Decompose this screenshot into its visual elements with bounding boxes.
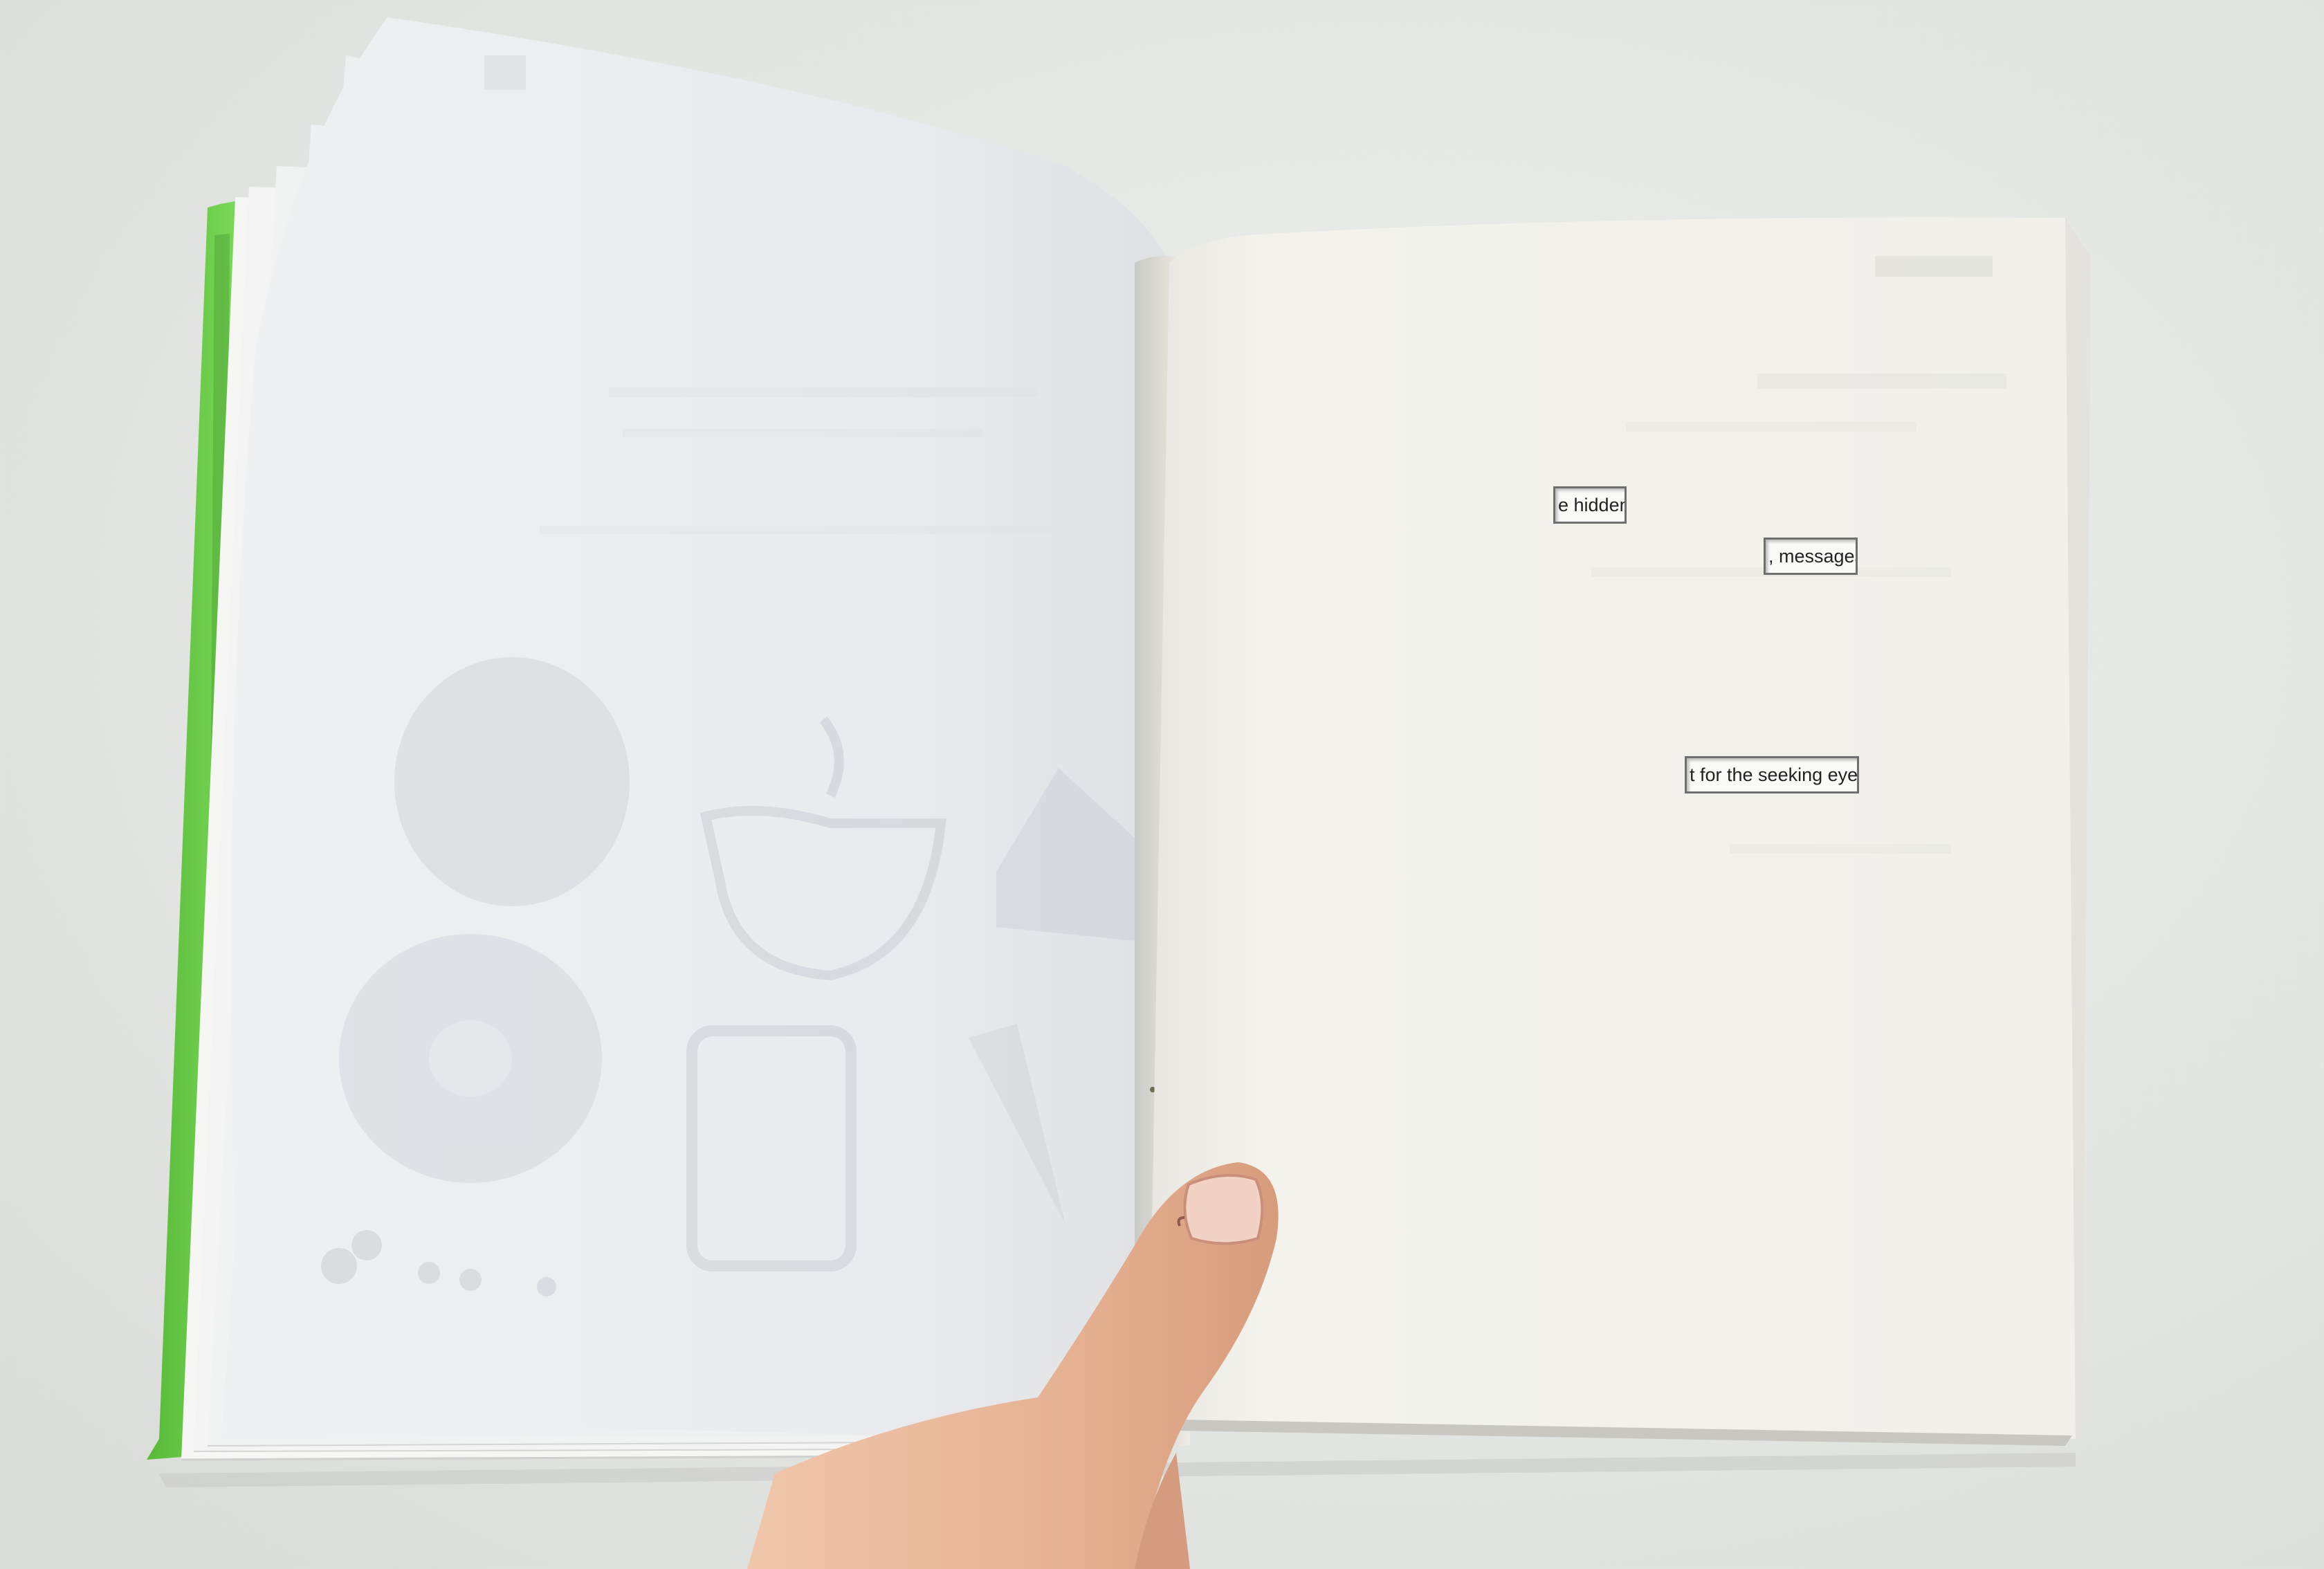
photo-scene: e hidden , messages t for the seeking ey… [0, 0, 2324, 1569]
cutout-phrase-seeking-eye: t for the seeking eye. [1685, 756, 1859, 793]
right-page [1149, 217, 2091, 1446]
book-photo [147, 17, 2091, 1569]
cutout-word-messages: , messages [1764, 538, 1858, 575]
cutout-word-hidden: e hidden [1553, 486, 1627, 524]
left-page [231, 17, 1169, 1442]
